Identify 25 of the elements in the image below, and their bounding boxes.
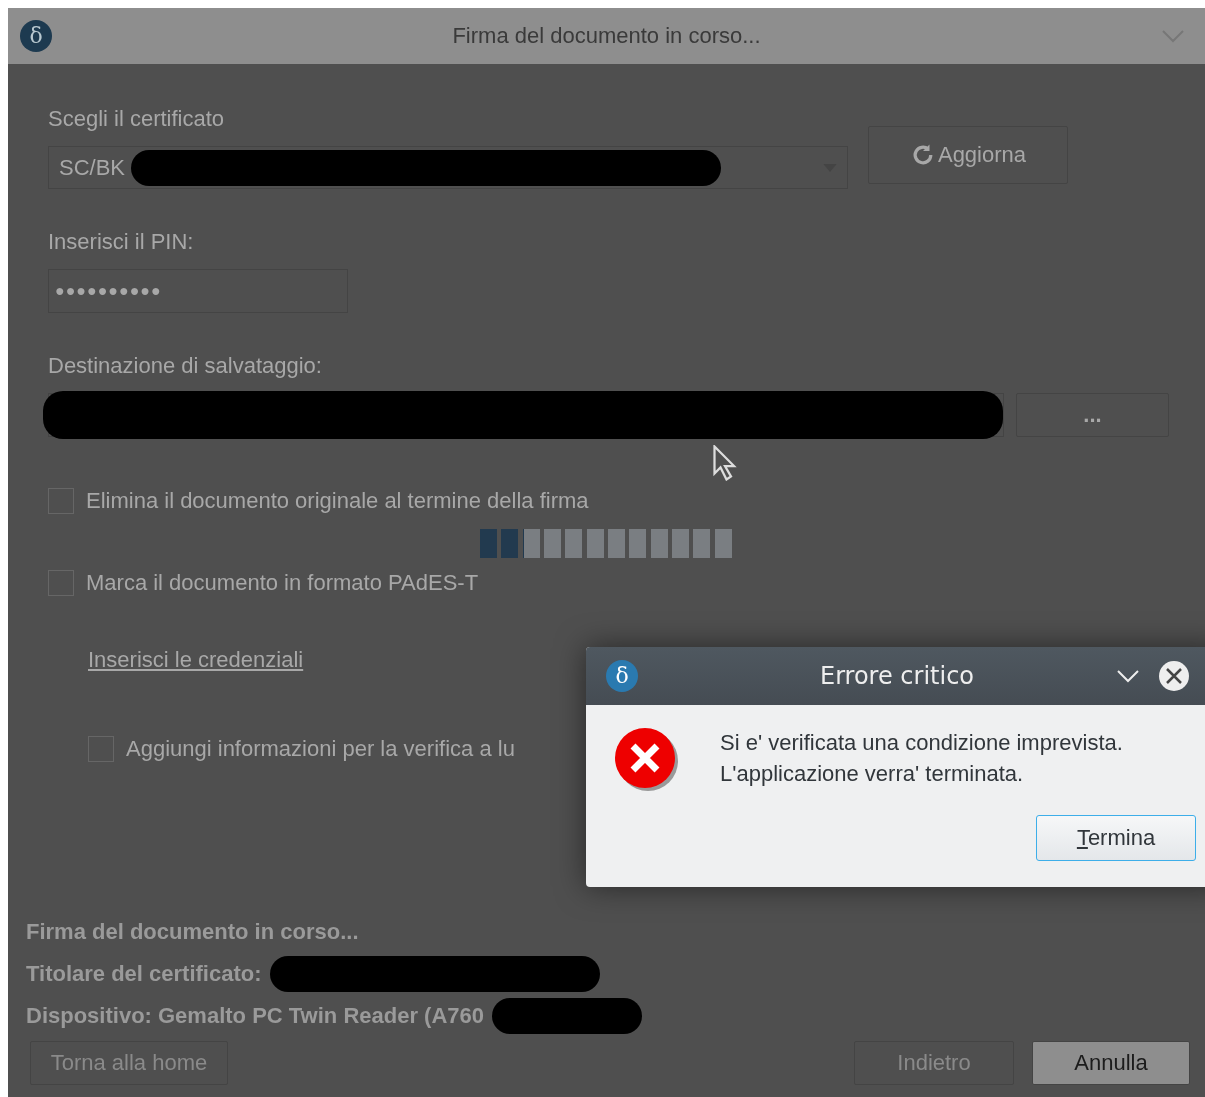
terminate-button[interactable]: Termina	[1036, 815, 1196, 861]
certificate-dropdown[interactable]: SC/BK	[48, 146, 848, 189]
pin-label: Inserisci il PIN:	[48, 229, 195, 255]
error-message: Si e' verificata una condizione imprevista.	[720, 729, 1124, 757]
mouse-pointer-icon	[713, 445, 737, 481]
close-icon[interactable]	[1158, 660, 1190, 692]
destination-label: Destinazione di salvataggio:	[48, 353, 323, 379]
error-message: L'applicazione verra' terminata.	[720, 760, 1025, 788]
option-label: Aggiungi informazioni per la verifica a lu	[126, 736, 515, 762]
error-icon	[614, 727, 680, 793]
browse-button[interactable]: ...	[1016, 393, 1169, 437]
option-label: Elimina il documento originale al termine della firma	[86, 488, 589, 514]
status-text: Dispositivo: Gemalto PC Twin Reader (A760	[26, 1003, 485, 1029]
pin-field[interactable]: ●●●●●●●●●●	[48, 269, 348, 313]
dialog-title: Errore critico	[818, 662, 976, 690]
footer-button[interactable]: Annulla	[1032, 1041, 1190, 1085]
certificate-label: Scegli il certificato	[48, 106, 226, 132]
refresh-button[interactable]: Aggiorna	[868, 125, 1068, 184]
status-text: Firma del documento in corso...	[26, 919, 359, 945]
option-label: Marca il documento in formato PAdES-T	[86, 570, 479, 596]
app-logo: δ	[20, 20, 52, 52]
status-text: Titolare del certificato:	[26, 961, 262, 987]
app-logo: δ	[606, 660, 638, 692]
credentials-link[interactable]: Inserisci le credenziali	[88, 647, 304, 673]
window-title: Firma del documento in corso...	[451, 23, 762, 49]
